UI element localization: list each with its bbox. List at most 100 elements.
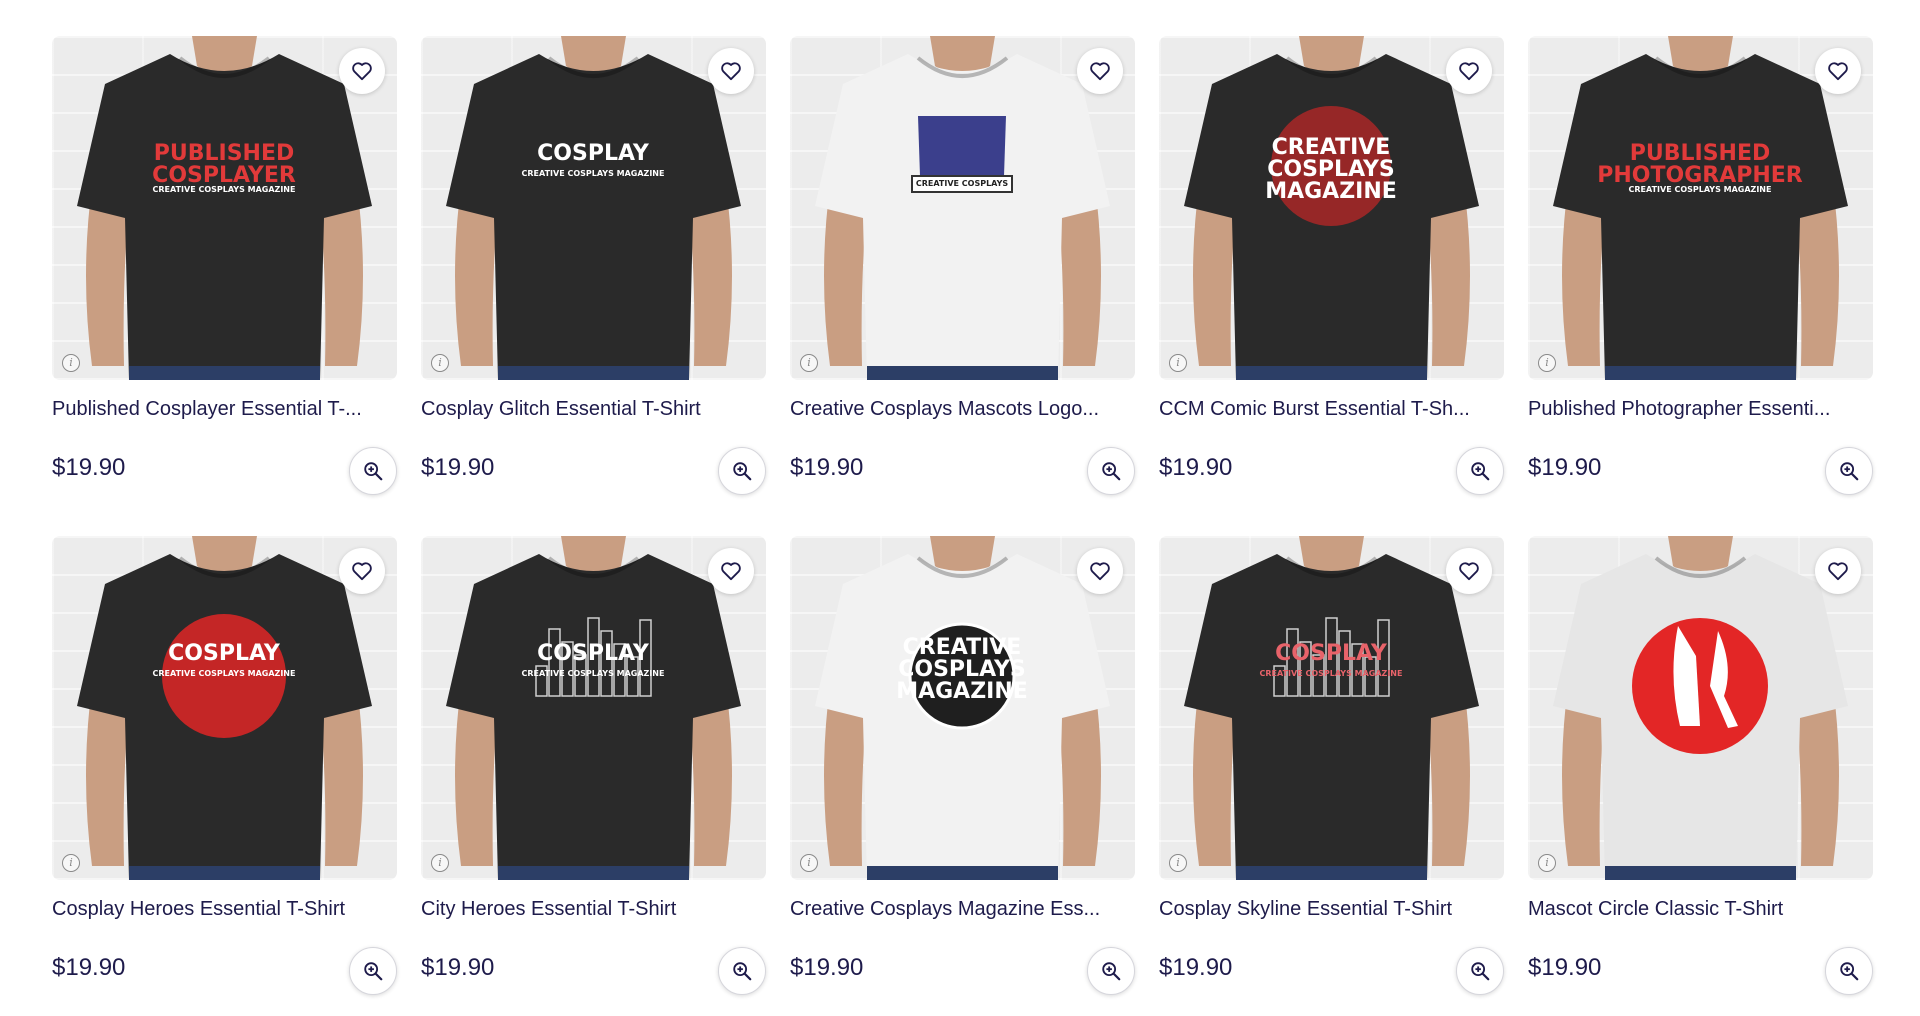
info-icon[interactable]: i	[1169, 854, 1187, 872]
product-card[interactable]: COSPLAY CREATIVE COSPLAYS MAGAZINE i City H…	[421, 536, 766, 1016]
heart-icon	[1090, 562, 1110, 581]
zoom-in-icon	[733, 962, 752, 981]
quick-view-button[interactable]	[718, 447, 766, 495]
shirt-print: COSPLAY CREATIVE COSPLAYS MAGAZINE	[522, 141, 665, 178]
heart-icon	[1459, 62, 1479, 81]
heart-icon	[721, 562, 741, 581]
product-price: $19.90	[421, 954, 495, 981]
info-icon[interactable]: i	[62, 354, 80, 372]
quick-view-button[interactable]	[1087, 947, 1135, 995]
product-price: $19.90	[1159, 954, 1233, 981]
quick-view-button[interactable]	[1456, 447, 1504, 495]
favorite-button[interactable]	[339, 48, 385, 94]
favorite-button[interactable]	[1815, 548, 1861, 594]
product-image[interactable]: i	[1528, 536, 1873, 880]
svg-text:CREATIVE COSPLAYS MAGAZINE: CREATIVE COSPLAYS MAGAZINE	[522, 169, 665, 178]
heart-icon	[1828, 62, 1848, 81]
svg-text:CREATIVE COSPLAYS MAGAZINE: CREATIVE COSPLAYS MAGAZINE	[1629, 185, 1772, 194]
quick-view-button[interactable]	[1456, 947, 1504, 995]
info-icon[interactable]: i	[62, 854, 80, 872]
product-image[interactable]: PUBLISHED COSPLAYER CREATIVE COSPLAYS MAGA…	[52, 36, 397, 380]
product-card[interactable]: COSPLAY CREATIVE COSPLAYS MAGAZINE i Cospla…	[421, 36, 766, 516]
product-image[interactable]: COSPLAY CREATIVE COSPLAYS MAGAZINE i	[52, 536, 397, 880]
product-title[interactable]: Creative Cosplays Magazine Ess...	[790, 898, 1135, 921]
product-card[interactable]: COSPLAY CREATIVE COSPLAYS MAGAZINE i Cospla…	[52, 536, 397, 1016]
favorite-button[interactable]	[339, 548, 385, 594]
product-title[interactable]: Cosplay Skyline Essential T-Shirt	[1159, 898, 1504, 921]
svg-text:CREATIVE COSPLAYS MAGAZINE: CREATIVE COSPLAYS MAGAZINE	[1260, 669, 1403, 678]
product-card[interactable]: PUBLISHED PHOTOGRAPHER CREATIVE COSPLAYS M…	[1528, 36, 1873, 516]
favorite-button[interactable]	[708, 48, 754, 94]
product-price: $19.90	[790, 954, 864, 981]
product-card[interactable]: CREATIVE COSPLAYS MAGAZINE i Creative Cospla…	[790, 536, 1135, 1016]
product-title[interactable]: Cosplay Heroes Essential T-Shirt	[52, 898, 397, 921]
heart-icon	[1828, 562, 1848, 581]
product-card[interactable]: CREATIVE COSPLAYS MAGAZINE i CCM Comic Burst…	[1159, 36, 1504, 516]
product-image[interactable]: CREATIVE COSPLAYS MAGAZINE i	[790, 536, 1135, 880]
shirt-print: PUBLISHEDCOSPLAYERCREATIVE COSPLAYS MAGA…	[152, 141, 296, 194]
svg-text:CREATIVE COSPLAYS MAGAZINE: CREATIVE COSPLAYS MAGAZINE	[153, 185, 296, 194]
product-price: $19.90	[790, 454, 864, 481]
product-price: $19.90	[1528, 454, 1602, 481]
zoom-in-icon	[733, 462, 752, 481]
product-grid: PUBLISHED COSPLAYER CREATIVE COSPLAYS MAGA…	[52, 36, 1873, 1016]
zoom-in-icon	[1102, 962, 1121, 981]
product-title[interactable]: Mascot Circle Classic T-Shirt	[1528, 898, 1873, 921]
product-price: $19.90	[1159, 454, 1233, 481]
quick-view-button[interactable]	[1825, 947, 1873, 995]
product-title[interactable]: Creative Cosplays Mascots Logo...	[790, 398, 1135, 421]
product-title[interactable]: Published Photographer Essenti...	[1528, 398, 1873, 421]
quick-view-button[interactable]	[1825, 447, 1873, 495]
info-icon[interactable]: i	[800, 854, 818, 872]
zoom-in-icon	[1840, 462, 1859, 481]
product-title[interactable]: Cosplay Glitch Essential T-Shirt	[421, 398, 766, 421]
quick-view-button[interactable]	[718, 947, 766, 995]
svg-text:CREATIVE COSPLAYS MAGAZINE: CREATIVE COSPLAYS MAGAZINE	[153, 669, 296, 678]
info-icon[interactable]: i	[1538, 854, 1556, 872]
svg-text:COSPLAY: COSPLAY	[168, 641, 281, 666]
heart-icon	[352, 62, 372, 81]
product-image[interactable]: COSPLAY CREATIVE COSPLAYS MAGAZINE i	[1159, 536, 1504, 880]
favorite-button[interactable]	[1077, 548, 1123, 594]
product-card[interactable]: CREATIVE COSPLAYS i Creative Cosplays Masc…	[790, 36, 1135, 516]
shirt-print: CREATIVE COSPLAYS	[911, 116, 1013, 193]
info-icon[interactable]: i	[800, 354, 818, 372]
quick-view-button[interactable]	[349, 947, 397, 995]
favorite-button[interactable]	[1446, 48, 1492, 94]
zoom-in-icon	[1102, 462, 1121, 481]
svg-text:CREATIVE COSPLAYS: CREATIVE COSPLAYS	[916, 179, 1009, 188]
info-icon[interactable]: i	[1538, 354, 1556, 372]
product-title[interactable]: CCM Comic Burst Essential T-Sh...	[1159, 398, 1504, 421]
heart-icon	[1090, 62, 1110, 81]
info-icon[interactable]: i	[431, 354, 449, 372]
product-image[interactable]: CREATIVE COSPLAYS MAGAZINE i	[1159, 36, 1504, 380]
favorite-button[interactable]	[1446, 548, 1492, 594]
product-price: $19.90	[52, 954, 126, 981]
product-title[interactable]: Published Cosplayer Essential T-...	[52, 398, 397, 421]
product-image[interactable]: COSPLAY CREATIVE COSPLAYS MAGAZINE i	[421, 536, 766, 880]
shirt-print	[1632, 618, 1768, 754]
heart-icon	[721, 62, 741, 81]
product-image[interactable]: CREATIVE COSPLAYS i	[790, 36, 1135, 380]
svg-text:MAGAZINE: MAGAZINE	[896, 679, 1028, 704]
svg-text:COSPLAY: COSPLAY	[537, 641, 650, 666]
quick-view-button[interactable]	[1087, 447, 1135, 495]
zoom-in-icon	[364, 962, 383, 981]
heart-icon	[352, 562, 372, 581]
quick-view-button[interactable]	[349, 447, 397, 495]
product-title[interactable]: City Heroes Essential T-Shirt	[421, 898, 766, 921]
product-card[interactable]: PUBLISHED COSPLAYER CREATIVE COSPLAYS MAGA…	[52, 36, 397, 516]
favorite-button[interactable]	[1815, 48, 1861, 94]
favorite-button[interactable]	[1077, 48, 1123, 94]
zoom-in-icon	[364, 462, 383, 481]
product-card[interactable]: COSPLAY CREATIVE COSPLAYS MAGAZINE i Cospla…	[1159, 536, 1504, 1016]
product-image[interactable]: COSPLAY CREATIVE COSPLAYS MAGAZINE i	[421, 36, 766, 380]
zoom-in-icon	[1471, 962, 1490, 981]
product-card[interactable]: i Mascot Circle Classic T-Shirt $19.90	[1528, 536, 1873, 1016]
svg-text:CREATIVE COSPLAYS MAGAZINE: CREATIVE COSPLAYS MAGAZINE	[522, 669, 665, 678]
product-image[interactable]: PUBLISHED PHOTOGRAPHER CREATIVE COSPLAYS M…	[1528, 36, 1873, 380]
svg-text:MAGAZINE: MAGAZINE	[1265, 179, 1397, 204]
info-icon[interactable]: i	[1169, 354, 1187, 372]
info-icon[interactable]: i	[431, 854, 449, 872]
favorite-button[interactable]	[708, 548, 754, 594]
